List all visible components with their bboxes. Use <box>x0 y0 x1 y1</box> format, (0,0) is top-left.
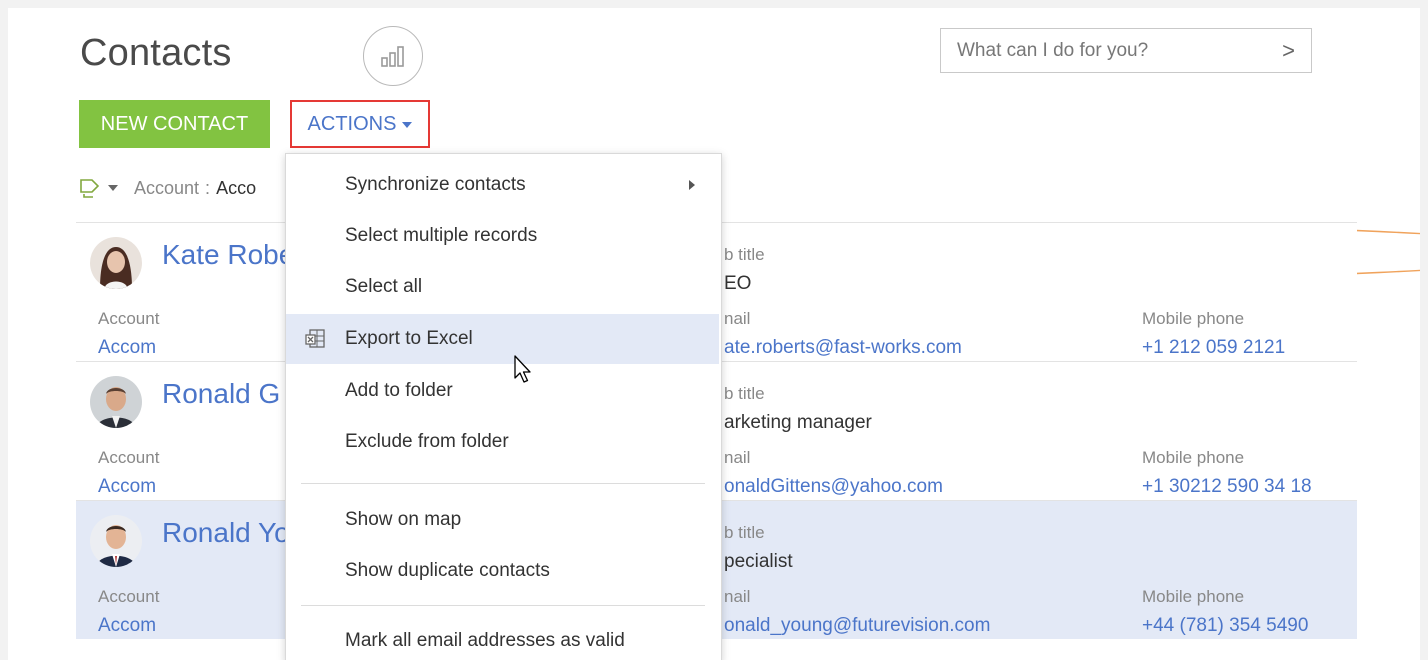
menu-item-label: Add to folder <box>345 380 453 401</box>
menu-item-synchronize-contacts[interactable]: Synchronize contacts <box>286 160 719 210</box>
new-contact-button[interactable]: NEW CONTACT <box>79 100 270 148</box>
actions-dropdown-menu: Synchronize contacts Select multiple rec… <box>285 153 722 660</box>
menu-item-label: Exclude from folder <box>345 431 509 452</box>
actions-button[interactable]: ACTIONS <box>290 100 430 148</box>
mobile-phone-label: Mobile phone <box>1142 587 1245 606</box>
avatar-photo <box>90 515 142 567</box>
menu-divider <box>301 483 705 484</box>
menu-item-label: Select multiple records <box>345 225 538 246</box>
avatar[interactable] <box>90 237 142 289</box>
avatar[interactable] <box>90 515 142 567</box>
email-link[interactable]: onald_young@futurevision.com <box>724 615 990 637</box>
mouse-pointer-icon <box>514 355 531 383</box>
job-title-label: b title <box>724 523 765 542</box>
filter-row: Account : Acco <box>78 176 256 200</box>
bar-chart-icon <box>381 46 404 67</box>
account-link[interactable]: Accom <box>98 615 156 637</box>
filter-separator: : <box>205 177 211 198</box>
contacts-section: Contacts > NEW CONTACT ACTIONS <box>8 8 1420 660</box>
menu-item-select-multiple-records[interactable]: Select multiple records <box>286 211 719 261</box>
mobile-phone-label: Mobile phone <box>1142 309 1245 328</box>
account-link[interactable]: Accom <box>98 337 156 359</box>
contact-name-link[interactable]: Kate Robe <box>162 239 294 271</box>
email-label: nail <box>724 448 751 467</box>
contact-name-link[interactable]: Ronald Yo <box>162 517 290 549</box>
menu-item-show-on-map[interactable]: Show on map <box>286 495 719 545</box>
job-title-label: b title <box>724 384 765 403</box>
contact-name-link[interactable]: Ronald G <box>162 378 280 410</box>
mobile-phone-link[interactable]: +1 30212 590 34 18 <box>1142 476 1312 498</box>
new-contact-label: NEW CONTACT <box>100 112 249 135</box>
menu-item-add-to-folder[interactable]: Add to folder <box>286 366 719 416</box>
avatar-photo <box>90 376 142 428</box>
command-search-input[interactable] <box>957 29 1283 72</box>
mobile-phone-label: Mobile phone <box>1142 448 1245 467</box>
mobile-phone-link[interactable]: +44 (781) 354 5490 <box>1142 615 1308 637</box>
menu-item-label: Mark all email addresses as valid <box>345 630 625 651</box>
filter-label: Account <box>134 177 200 198</box>
menu-item-label: Show duplicate contacts <box>345 560 550 581</box>
menu-item-label: Show on map <box>345 509 462 530</box>
avatar-photo <box>90 237 142 289</box>
chevron-right-icon[interactable]: > <box>1282 38 1295 64</box>
email-label: nail <box>724 587 751 606</box>
submenu-arrow-icon <box>689 180 695 190</box>
job-title-value: arketing manager <box>724 412 872 433</box>
job-title-value: pecialist <box>724 551 793 572</box>
menu-item-label: Synchronize contacts <box>345 174 526 195</box>
job-title-label: b title <box>724 245 765 264</box>
avatar[interactable] <box>90 376 142 428</box>
account-link[interactable]: Accom <box>98 476 156 498</box>
account-label: Account <box>98 448 160 467</box>
mobile-phone-link[interactable]: +1 212 059 2121 <box>1142 337 1285 359</box>
excel-export-icon <box>305 329 325 348</box>
caret-down-icon[interactable] <box>108 185 118 191</box>
menu-item-mark-emails-valid[interactable]: Mark all email addresses as valid <box>286 616 719 660</box>
caret-down-icon <box>402 122 413 128</box>
menu-divider <box>301 605 705 606</box>
filter-tag-icon[interactable] <box>78 176 102 200</box>
menu-item-exclude-from-folder[interactable]: Exclude from folder <box>286 417 719 467</box>
email-label: nail <box>724 309 751 328</box>
menu-item-show-duplicate-contacts[interactable]: Show duplicate contacts <box>286 546 719 596</box>
actions-label: ACTIONS <box>307 112 397 135</box>
account-label: Account <box>98 587 160 606</box>
menu-item-export-to-excel[interactable]: Export to Excel <box>286 314 719 364</box>
command-search-box[interactable]: > <box>940 28 1312 73</box>
menu-item-label: Export to Excel <box>345 328 473 349</box>
email-link[interactable]: onaldGittens@yahoo.com <box>724 476 943 498</box>
job-title-value: EO <box>724 273 752 294</box>
menu-item-label: Select all <box>345 276 423 297</box>
filter-value[interactable]: Acco <box>216 178 256 199</box>
menu-item-select-all[interactable]: Select all <box>286 262 719 312</box>
analytics-view-button[interactable] <box>363 26 423 86</box>
page-title: Contacts <box>80 32 232 74</box>
account-label: Account <box>98 309 160 328</box>
email-link[interactable]: ate.roberts@fast-works.com <box>724 337 962 359</box>
